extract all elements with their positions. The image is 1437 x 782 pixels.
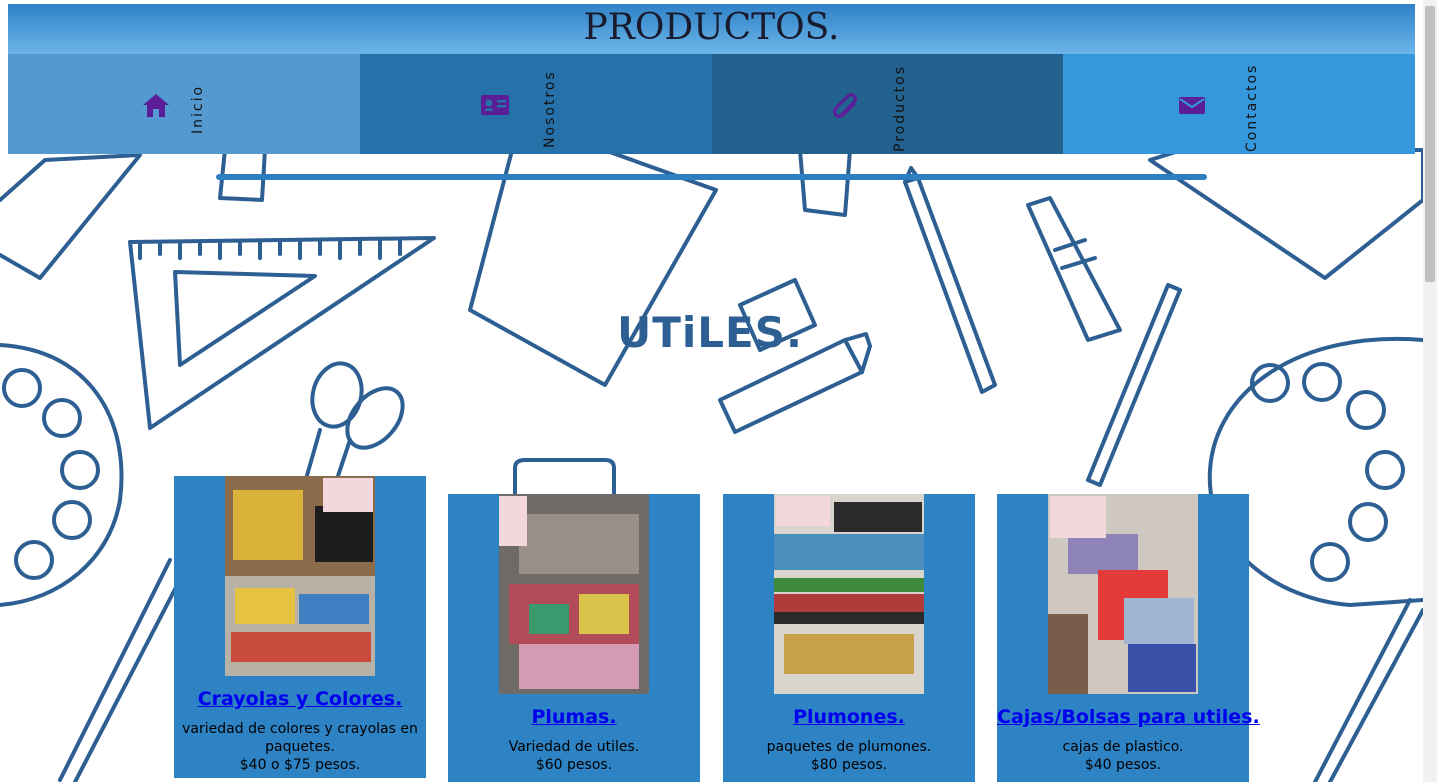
- product-card: Plumones. paquetes de plumones. $80 peso…: [723, 494, 975, 782]
- nav-item-productos[interactable]: Productos: [711, 54, 1064, 154]
- scrollbar-thumb[interactable]: [1425, 6, 1435, 282]
- product-link[interactable]: Plumones.: [723, 706, 975, 728]
- nav-item-contactos[interactable]: Contactos: [1063, 54, 1415, 154]
- product-card: Crayolas y Colores. variedad de colores …: [174, 476, 426, 778]
- product-photo-plumas: [499, 494, 649, 694]
- nav-item-label: Nosotros: [541, 70, 558, 148]
- header-banner: PRODUCTOS.: [8, 4, 1415, 54]
- product-photo-cajas: [1048, 494, 1198, 694]
- product-description: variedad de colores y crayolas en paquet…: [182, 721, 418, 755]
- product-description: Variedad de utiles.: [508, 739, 640, 755]
- nav-item-nosotros[interactable]: Nosotros: [359, 54, 712, 154]
- product-card: Plumas. Variedad de utiles. $60 pesos.: [448, 494, 700, 782]
- product-description: paquetes de plumones.: [766, 739, 932, 755]
- product-price: $40 o $75 pesos.: [239, 757, 361, 773]
- home-icon: [143, 94, 169, 117]
- main-nav: Inicio Nosotros Productos Contactos: [8, 54, 1415, 154]
- envelope-icon: [1179, 97, 1206, 114]
- product-photo-plumones: [774, 494, 924, 694]
- nav-item-inicio[interactable]: Inicio: [8, 54, 360, 154]
- product-card: Cajas/Bolsas para utiles. cajas de plast…: [997, 494, 1260, 782]
- product-price: $40 pesos.: [1084, 757, 1162, 773]
- product-price: $60 pesos.: [535, 757, 613, 773]
- nav-item-label: Contactos: [1244, 63, 1261, 152]
- nav-item-label: Inicio: [190, 84, 206, 134]
- product-photo-crayolas: [225, 476, 375, 676]
- product-link[interactable]: Crayolas y Colores.: [174, 688, 426, 710]
- page-title: PRODUCTOS.: [583, 7, 840, 48]
- paperclip-icon: [832, 93, 857, 118]
- product-link[interactable]: Plumas.: [448, 706, 700, 728]
- divider-line: [216, 174, 1207, 180]
- page-scrollbar[interactable]: [1423, 0, 1437, 782]
- section-title: UTiLES.: [617, 308, 803, 357]
- product-description: cajas de plastico.: [1062, 739, 1184, 755]
- nav-item-label: Productos: [891, 64, 908, 152]
- product-link[interactable]: Cajas/Bolsas para utiles.: [997, 706, 1260, 728]
- product-price: $80 pesos.: [810, 757, 888, 773]
- id-card-icon: [480, 95, 509, 115]
